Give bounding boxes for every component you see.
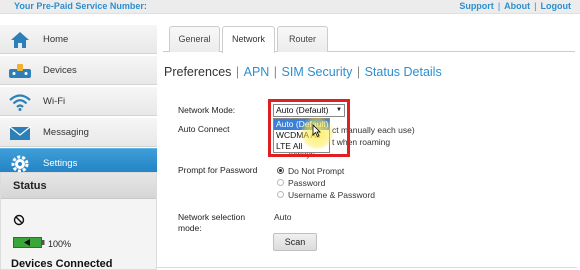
chevron-down-icon: ▼ <box>336 107 342 113</box>
sidebar-item-label: Home <box>43 34 69 45</box>
tab-network[interactable]: Network <box>222 26 275 53</box>
option-username-password: Username & Password <box>288 190 375 200</box>
support-link[interactable]: Support <box>459 1 494 11</box>
envelope-icon <box>9 126 31 140</box>
network-selection-value: Auto <box>274 212 292 222</box>
sidebar-item-devices[interactable]: Devices <box>0 55 157 85</box>
subnav-sim-security[interactable]: SIM Security <box>282 65 353 79</box>
top-bar: Your Pre-Paid Service Number: Support | Ab… <box>0 0 580 14</box>
radio-username-password[interactable] <box>277 191 284 198</box>
prompt-password-label: Prompt for Password <box>178 165 258 175</box>
app-window: Your Pre-Paid Service Number: Support | Ab… <box>0 0 580 270</box>
auto-connect-option-roaming[interactable]: t when roaming <box>332 137 390 147</box>
sidebar-item-label: Wi-Fi <box>43 96 66 107</box>
devices-connected-label: Devices Connected <box>11 258 113 270</box>
subnav-preferences[interactable]: Preferences <box>164 65 231 79</box>
radio-do-not-prompt[interactable] <box>277 167 284 174</box>
option-password: Password <box>288 178 326 188</box>
tab-bar: General Network Router <box>163 24 575 53</box>
auto-connect-option-manual[interactable]: ct manually each use) <box>332 125 415 135</box>
radio-password[interactable] <box>277 179 284 186</box>
no-signal-icon <box>13 214 25 226</box>
scan-button[interactable]: Scan <box>273 233 317 251</box>
tab-general[interactable]: General <box>169 26 220 52</box>
sidebar-item-label: Messaging <box>43 127 89 138</box>
status-panel: Status 100% Devices Connected <box>0 172 157 270</box>
wifi-icon <box>9 94 31 111</box>
battery-icon <box>13 237 45 248</box>
battery-percent: 100% <box>48 239 72 249</box>
auto-connect-label: Auto Connect <box>178 124 230 134</box>
subnav-apn[interactable]: APN <box>244 65 270 79</box>
network-selection-label-2: mode: <box>178 223 202 233</box>
sidebar-item-home[interactable]: Home <box>0 24 157 54</box>
tab-router[interactable]: Router <box>277 26 328 52</box>
service-number-label: Your Pre-Paid Service Number: <box>14 1 147 11</box>
sidebar: Home Devices Wi-Fi Messaging Settings <box>0 24 157 179</box>
sidebar-item-label: Devices <box>43 65 77 76</box>
logout-link[interactable]: Logout <box>541 1 572 11</box>
dropdown-option-lte[interactable]: LTE All <box>274 141 329 152</box>
home-icon <box>11 32 29 48</box>
subnav-status-details[interactable]: Status Details <box>365 65 442 79</box>
option-do-not-prompt: Do Not Prompt <box>288 166 345 176</box>
sidebar-item-wifi[interactable]: Wi-Fi <box>0 86 157 116</box>
main-content: General Network Router Preferences | APN… <box>157 14 580 270</box>
about-link[interactable]: About <box>504 1 530 11</box>
gear-icon <box>11 155 29 173</box>
devices-icon <box>9 64 31 78</box>
status-header: Status <box>1 173 156 199</box>
network-mode-label: Network Mode: <box>178 105 236 115</box>
sidebar-item-label: Settings <box>43 158 78 169</box>
network-mode-selected-value: Auto (Default) <box>276 105 329 115</box>
mouse-cursor-icon <box>312 124 321 137</box>
settings-subnav: Preferences | APN | SIM Security | Statu… <box>164 65 442 79</box>
sidebar-item-messaging[interactable]: Messaging <box>0 117 157 147</box>
network-mode-select[interactable]: Auto (Default) ▼ <box>273 104 345 117</box>
divider <box>157 267 577 268</box>
status-title: Status <box>13 180 47 192</box>
network-selection-label: Network selection <box>178 212 246 222</box>
network-mode-dropdown: Auto (Default) WCDMA All LTE All <box>273 118 330 153</box>
top-links: Support | About | Logout <box>459 1 571 11</box>
